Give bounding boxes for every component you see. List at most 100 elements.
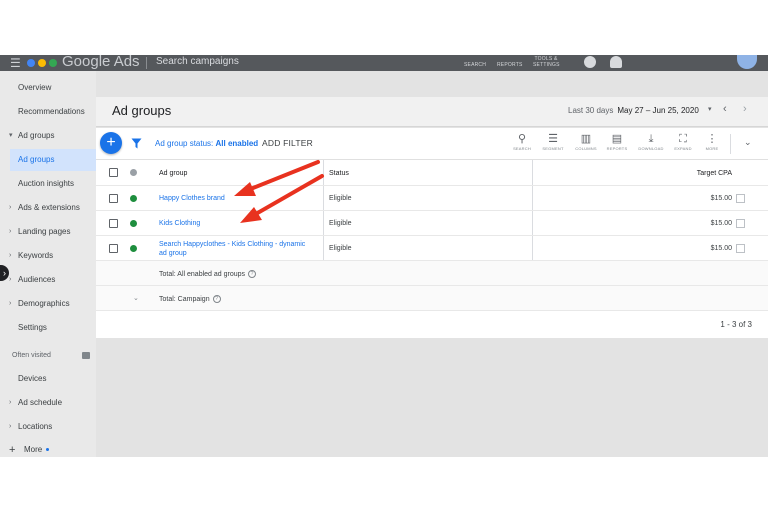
main-content: Ad groups Last 30 days May 27 – Jun 25, 2… bbox=[96, 71, 768, 457]
caret-right-icon: › bbox=[9, 423, 12, 430]
caret-right-icon: › bbox=[9, 276, 12, 283]
sidebar-item-ad-groups[interactable]: Ad groups bbox=[10, 149, 96, 171]
plus-icon: + bbox=[9, 444, 16, 456]
sidebar-often-visited-heading: Often visited bbox=[0, 345, 96, 367]
chevron-right-icon[interactable]: › bbox=[743, 103, 747, 115]
account-avatar[interactable] bbox=[737, 55, 757, 69]
date-range-picker[interactable]: Last 30 days May 27 – Jun 25, 2020 bbox=[568, 106, 699, 115]
chevron-down-icon[interactable]: ⌄ bbox=[133, 294, 139, 302]
toolbar-divider bbox=[730, 134, 731, 154]
new-badge-dot bbox=[46, 448, 50, 452]
expand-icon: ⛶ bbox=[679, 133, 687, 145]
column-header-ad-group[interactable]: Ad group bbox=[159, 170, 319, 177]
enabled-status-dot[interactable] bbox=[130, 220, 137, 227]
app-name: Google Ads bbox=[62, 55, 140, 70]
add-filter-button[interactable]: ADD FILTER bbox=[262, 138, 313, 148]
caret-right-icon: › bbox=[9, 228, 12, 235]
page-header: Ad groups Last 30 days May 27 – Jun 25, 2… bbox=[96, 97, 768, 127]
enabled-status-dot[interactable] bbox=[130, 195, 137, 202]
sidebar-item-devices[interactable]: Devices bbox=[0, 368, 96, 390]
table-row: Search Happyclothes - Kids Clothing - dy… bbox=[96, 236, 768, 261]
status-value: Eligible bbox=[329, 220, 352, 227]
ad-group-link[interactable]: Search Happyclothes - Kids Clothing - dy… bbox=[159, 240, 314, 258]
topbar-reports-button[interactable]: REPORTS bbox=[497, 62, 522, 68]
caret-right-icon: › bbox=[9, 399, 12, 406]
select-all-checkbox[interactable] bbox=[109, 168, 118, 177]
sidebar-item-auction-insights[interactable]: Auction insights bbox=[0, 173, 96, 195]
segment-icon: ☰ bbox=[548, 133, 558, 145]
more-vert-icon: ⋮ bbox=[706, 133, 718, 145]
filter-status-chip[interactable]: Ad group status: All enabled bbox=[155, 139, 258, 148]
search-icon: ⚲ bbox=[517, 133, 527, 145]
campaign-selector[interactable]: Search campaigns bbox=[156, 56, 239, 67]
status-column-dot-icon bbox=[130, 169, 137, 176]
toolbar-columns-button[interactable]: ▥ COLUMNS bbox=[570, 132, 602, 151]
reports-icon: ▤ bbox=[611, 133, 623, 145]
toolbar-expand-button[interactable]: ⛶ EXPAND bbox=[667, 132, 699, 151]
table-header-row: Ad group Status Target CPA bbox=[96, 160, 768, 186]
chevron-left-icon[interactable]: ‹ bbox=[723, 103, 727, 115]
sidebar-item-settings[interactable]: Settings bbox=[0, 317, 96, 339]
trend-chart-icon[interactable] bbox=[736, 219, 745, 228]
status-value: Eligible bbox=[329, 195, 352, 202]
row-checkbox[interactable] bbox=[109, 194, 118, 203]
target-cpa-value[interactable]: $15.00 bbox=[656, 195, 732, 202]
pagination-count: 1 - 3 of 3 bbox=[720, 320, 752, 329]
toolbar-search-button[interactable]: ⚲ SEARCH bbox=[506, 132, 538, 151]
ad-group-link[interactable]: Happy Clothes brand bbox=[159, 195, 319, 202]
sidebar-item-demographics[interactable]: › Demographics bbox=[0, 293, 96, 315]
table-pagination: 1 - 3 of 3 bbox=[96, 311, 768, 338]
enabled-status-dot[interactable] bbox=[130, 245, 137, 252]
toolbar-download-button[interactable]: ⤓ DOWNLOAD bbox=[635, 132, 667, 151]
sidebar-item-locations[interactable]: › Locations bbox=[0, 416, 96, 438]
toolbar-reports-button[interactable]: ▤ REPORTS bbox=[601, 132, 633, 151]
notifications-icon[interactable] bbox=[610, 56, 622, 68]
sidebar-item-audiences[interactable]: › Audiences bbox=[0, 269, 96, 291]
screenshot-frame: ☰ Google Ads Search campaigns SEARCH REP… bbox=[0, 55, 768, 457]
total-enabled-row: Total: All enabled ad groups? bbox=[96, 261, 768, 286]
sidebar-item-keywords[interactable]: › Keywords bbox=[0, 245, 96, 267]
toolbar-segment-button[interactable]: ☰ SEGMENT bbox=[537, 132, 569, 151]
sidebar-item-landing-pages[interactable]: › Landing pages bbox=[0, 221, 96, 243]
ad-group-link[interactable]: Kids Clothing bbox=[159, 220, 319, 227]
sidebar-nav: Overview Recommendations ▾ Ad groups Ad g… bbox=[0, 71, 96, 457]
chevron-down-icon[interactable]: ⌄ bbox=[744, 137, 752, 148]
sidebar-item-recommendations[interactable]: Recommendations bbox=[0, 101, 96, 123]
help-icon[interactable]: ? bbox=[248, 270, 257, 278]
caret-right-icon: › bbox=[9, 204, 12, 211]
download-icon: ⤓ bbox=[648, 133, 654, 145]
sidebar-item-overview[interactable]: Overview bbox=[0, 77, 96, 99]
sidebar-item-ads-extensions[interactable]: › Ads & extensions bbox=[0, 197, 96, 219]
toolbar-more-button[interactable]: ⋮ MORE bbox=[696, 132, 728, 151]
trend-chart-icon[interactable] bbox=[736, 194, 745, 203]
table-toolbar: + Ad group status: All enabled ADD FILTE… bbox=[96, 128, 768, 160]
caret-right-icon: › bbox=[9, 252, 12, 259]
sidebar-item-ad-groups-section[interactable]: ▾ Ad groups bbox=[0, 125, 96, 147]
google-ads-logo-icon bbox=[27, 59, 57, 67]
column-header-target-cpa[interactable]: Target CPA bbox=[642, 170, 732, 177]
dropdown-arrow-icon[interactable]: ▾ bbox=[708, 105, 712, 113]
caret-down-icon: ▾ bbox=[9, 132, 13, 139]
row-checkbox[interactable] bbox=[109, 219, 118, 228]
table-row: Happy Clothes brand Eligible $15.00 bbox=[96, 186, 768, 211]
trend-chart-icon[interactable] bbox=[736, 244, 745, 253]
help-icon[interactable] bbox=[584, 56, 596, 68]
often-visited-icon[interactable] bbox=[82, 352, 90, 359]
target-cpa-value[interactable]: $15.00 bbox=[656, 220, 732, 227]
topbar-search-button[interactable]: SEARCH bbox=[464, 62, 486, 68]
help-icon[interactable]: ? bbox=[212, 295, 221, 303]
column-header-status[interactable]: Status bbox=[329, 170, 349, 177]
status-value: Eligible bbox=[329, 245, 352, 252]
menu-icon[interactable]: ☰ bbox=[10, 57, 21, 69]
filter-icon[interactable] bbox=[131, 138, 142, 149]
row-checkbox[interactable] bbox=[109, 244, 118, 253]
page-title: Ad groups bbox=[112, 103, 172, 118]
total-enabled-label: Total: All enabled ad groups? bbox=[159, 270, 319, 278]
top-app-bar: ☰ Google Ads Search campaigns SEARCH REP… bbox=[0, 55, 768, 71]
target-cpa-value[interactable]: $15.00 bbox=[656, 245, 732, 252]
sidebar-item-more[interactable]: + More bbox=[0, 439, 96, 457]
topbar-tools-settings-button[interactable]: TOOLS & SETTINGS bbox=[533, 56, 559, 68]
sidebar-item-ad-schedule[interactable]: › Ad schedule bbox=[0, 392, 96, 414]
total-campaign-label: Total: Campaign? bbox=[159, 295, 319, 303]
add-ad-group-button[interactable]: + bbox=[100, 132, 122, 154]
